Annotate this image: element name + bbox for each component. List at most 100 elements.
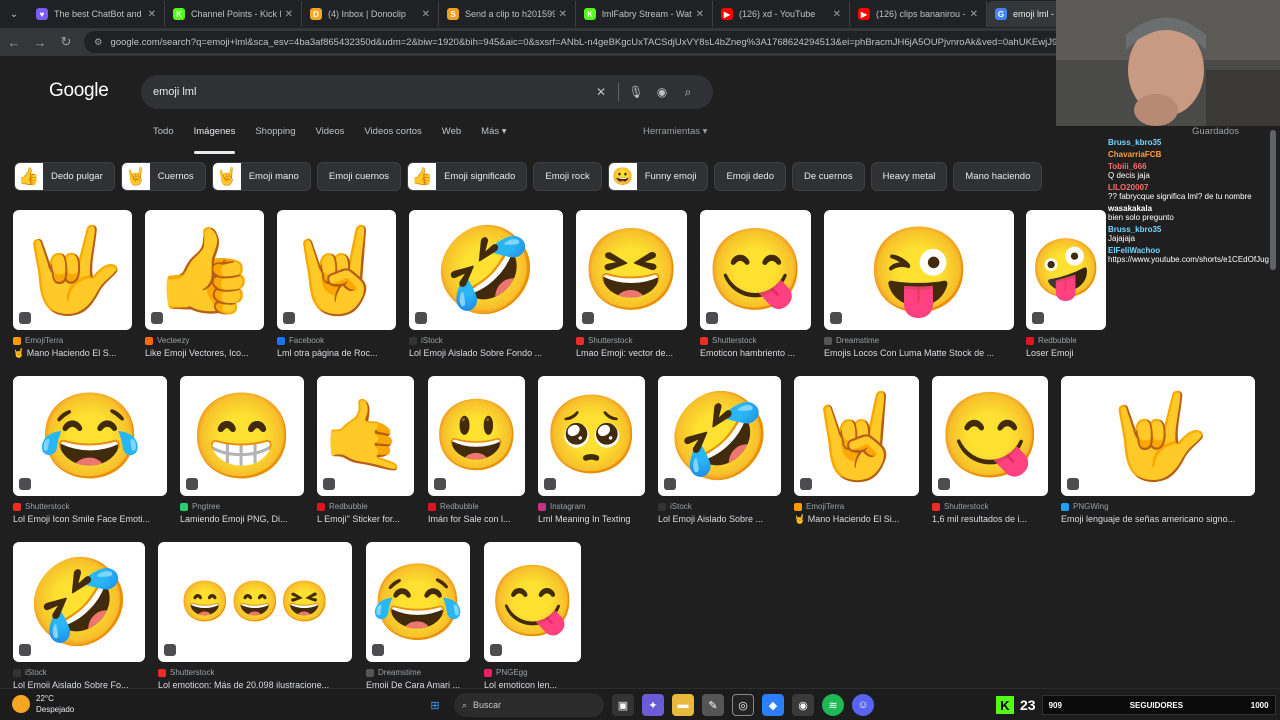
filter-tab[interactable]: Videos	[316, 126, 345, 144]
browser-tab[interactable]: K Channel Points - Kick Da ✕	[165, 1, 302, 27]
result-source[interactable]: Shutterstock	[13, 502, 167, 511]
result-thumbnail[interactable]: 🤣	[13, 542, 145, 662]
result-thumbnail[interactable]: 🤟	[1061, 376, 1255, 496]
result-caption[interactable]: Emoji lenguaje de señas americano signo.…	[1061, 514, 1265, 524]
start-icon[interactable]: ⊞	[424, 694, 446, 716]
search-icon[interactable]: ⌕	[675, 85, 701, 100]
result-caption[interactable]: Lol Emoji Icon Smile Face Emoti...	[13, 514, 177, 524]
site-info-icon[interactable]: ⚙	[94, 37, 103, 48]
result-thumbnail[interactable]: 🤟	[13, 210, 132, 330]
result-caption[interactable]: 🤘 Mano Haciendo El S...	[13, 348, 142, 359]
result-caption[interactable]: Lml otra página de Roc...	[277, 348, 406, 358]
result-thumbnail[interactable]: 🤘	[277, 210, 396, 330]
result-thumbnail[interactable]: 😂	[13, 376, 167, 496]
result-thumbnail[interactable]: 🤙	[317, 376, 414, 496]
google-logo[interactable]: Google	[49, 80, 109, 102]
filter-tab[interactable]: Imágenes	[193, 126, 235, 154]
tab-close-icon[interactable]: ✕	[833, 9, 841, 20]
result-thumbnail[interactable]: 😋	[700, 210, 811, 330]
result-source[interactable]: PNGEgg	[484, 668, 581, 677]
tab-close-icon[interactable]: ✕	[148, 9, 156, 20]
taskbar-search[interactable]: ⌕ Buscar	[454, 693, 604, 717]
result-thumbnail[interactable]: 😂	[366, 542, 470, 662]
browser-tab[interactable]: ▶ (126) xd - YouTube ✕	[713, 1, 850, 27]
spotify-icon[interactable]: ≋	[822, 694, 844, 716]
back-icon[interactable]: ←	[2, 30, 26, 54]
result-caption[interactable]: Lamiendo Emoji PNG, Di...	[180, 514, 314, 524]
tab-close-icon[interactable]: ✕	[970, 9, 978, 20]
result-caption[interactable]: Like Emoji Vectores, Ico...	[145, 348, 274, 358]
address-bar[interactable]: ⚙ google.com/search?q=emoji+lml&sca_esv=…	[84, 31, 1074, 53]
clear-icon[interactable]: ✕	[588, 85, 614, 99]
browser-tab[interactable]: ♥ The best ChatBot and Wi ✕	[28, 1, 165, 27]
result-source[interactable]: Instagram	[538, 502, 645, 511]
filter-tab[interactable]: Shopping	[255, 126, 295, 144]
result-source[interactable]: Pngtree	[180, 502, 304, 511]
page-scrollbar[interactable]	[1270, 130, 1276, 270]
related-chip[interactable]: 🤘 Cuernos	[120, 162, 206, 191]
result-caption[interactable]: 🤘 Mano Haciendo El Si...	[794, 514, 929, 525]
result-source[interactable]: Vecteezy	[145, 336, 264, 345]
result-source[interactable]: Shutterstock	[576, 336, 687, 345]
result-caption[interactable]: Emojis Locos Con Luma Matte Stock de ...	[824, 348, 1024, 358]
weather-widget[interactable]: 22°C Despejado	[12, 693, 74, 715]
result-source[interactable]: Dreamstime	[366, 668, 470, 677]
search-input[interactable]: emoji lml	[153, 86, 588, 98]
result-thumbnail[interactable]: 👍	[145, 210, 264, 330]
obs-icon[interactable]: ◎	[732, 694, 754, 716]
related-chip[interactable]: 😀 Funny emoji	[607, 162, 709, 191]
chrome-icon[interactable]: ◉	[792, 694, 814, 716]
result-thumbnail[interactable]: 🤪	[1026, 210, 1106, 330]
tab-close-icon[interactable]: ✕	[696, 9, 704, 20]
result-thumbnail[interactable]: 😆	[576, 210, 687, 330]
result-source[interactable]: iStock	[409, 336, 563, 345]
result-thumbnail[interactable]: 🥺	[538, 376, 645, 496]
browser-tab[interactable]: ▶ (126) clips bananirou - Yo ✕	[850, 1, 987, 27]
task-view-icon[interactable]: ▣	[612, 694, 634, 716]
result-source[interactable]: Shutterstock	[932, 502, 1048, 511]
result-thumbnail[interactable]: 😜	[824, 210, 1014, 330]
result-source[interactable]: Redbubble	[317, 502, 414, 511]
result-caption[interactable]: Lol Emoji Aislado Sobre ...	[658, 514, 791, 524]
related-chip[interactable]: Emoji cuernos	[316, 162, 402, 191]
tools-button[interactable]: Herramientas ▾	[643, 126, 707, 137]
discord-icon[interactable]: ☺	[852, 694, 874, 716]
browser-tab[interactable]: D (4) Inbox | Donoclip ✕	[302, 1, 439, 27]
tab-close-icon[interactable]: ✕	[285, 9, 293, 20]
result-source[interactable]: PNGWing	[1061, 502, 1255, 511]
result-thumbnail[interactable]: 😄😄😆	[158, 542, 352, 662]
lens-icon[interactable]: ◉	[649, 85, 675, 99]
filter-tab[interactable]: Web	[442, 126, 461, 144]
result-source[interactable]: Shutterstock	[158, 668, 352, 677]
result-caption[interactable]: Lml Meaning In Texting	[538, 514, 655, 524]
related-chip[interactable]: Emoji dedo	[714, 162, 786, 191]
related-chip[interactable]: 👍 Dedo pulgar	[14, 162, 115, 191]
filter-tab[interactable]: Todo	[153, 126, 174, 144]
mic-icon[interactable]: 🎙	[623, 85, 649, 99]
result-source[interactable]: EmojiTerra	[13, 336, 132, 345]
related-chip[interactable]: Heavy metal	[870, 162, 948, 191]
result-caption[interactable]: Imán for Sale con l...	[428, 514, 535, 524]
search-box[interactable]: emoji lml ✕ 🎙 ◉ ⌕	[141, 75, 713, 109]
result-caption[interactable]: 1,6 mil resultados de i...	[932, 514, 1058, 524]
result-thumbnail[interactable]: 🤣	[409, 210, 563, 330]
result-caption[interactable]: Loser Emoji	[1026, 348, 1116, 358]
app-icon[interactable]: ✎	[702, 694, 724, 716]
result-thumbnail[interactable]: 😁	[180, 376, 304, 496]
result-source[interactable]: iStock	[658, 502, 781, 511]
tab-close-icon[interactable]: ✕	[422, 9, 430, 20]
reload-icon[interactable]: ↻	[54, 30, 78, 54]
file-explorer-icon[interactable]: ▬	[672, 694, 694, 716]
result-source[interactable]: Facebook	[277, 336, 396, 345]
filter-tab[interactable]: Videos cortos	[364, 126, 421, 144]
tab-close-icon[interactable]: ✕	[559, 9, 567, 20]
copilot-icon[interactable]: ✦	[642, 694, 664, 716]
result-thumbnail[interactable]: 😃	[428, 376, 525, 496]
result-caption[interactable]: Lmao Emoji: vector de...	[576, 348, 697, 358]
related-chip[interactable]: 🤘 Emoji mano	[211, 162, 311, 191]
result-source[interactable]: Redbubble	[428, 502, 525, 511]
filter-tab[interactable]: Más ▾	[481, 126, 506, 144]
result-thumbnail[interactable]: 🤘	[794, 376, 919, 496]
browser-tab[interactable]: S Send a clip to h2015999 | ✕	[439, 1, 576, 27]
result-source[interactable]: EmojiTerra	[794, 502, 919, 511]
